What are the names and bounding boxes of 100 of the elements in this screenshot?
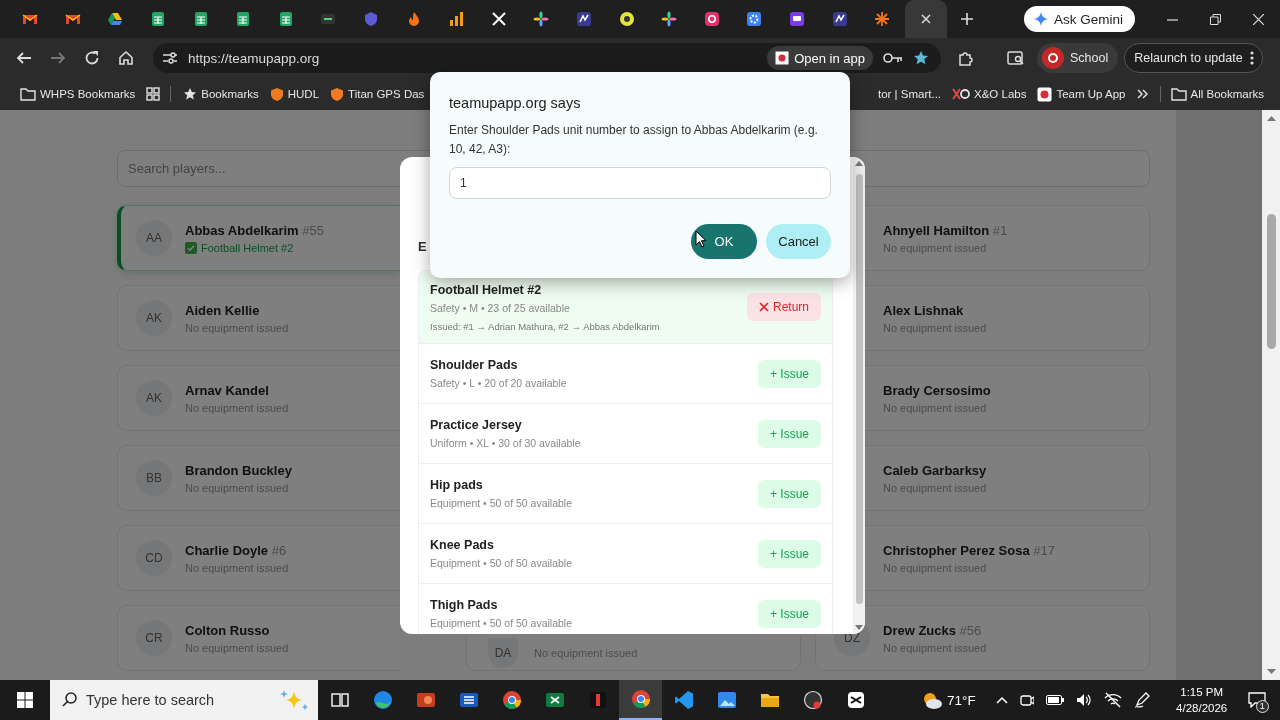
scrollbar[interactable] <box>1262 110 1280 680</box>
camera-icon <box>703 11 720 27</box>
player-avatar: AK <box>136 300 172 336</box>
record-icon <box>802 690 823 710</box>
issue-button[interactable]: + Issue <box>757 419 821 448</box>
pen-icon[interactable] <box>1133 692 1150 708</box>
ok-button[interactable]: OK <box>691 224 757 259</box>
notification-icon[interactable] <box>1247 692 1266 708</box>
address-bar[interactable]: https://teamupapp.org Open in app <box>153 43 941 73</box>
chat-icon <box>789 11 805 27</box>
chrome-icon <box>630 689 651 709</box>
open-in-app-button[interactable]: Open in app <box>767 46 873 70</box>
section-heading: E <box>418 239 427 255</box>
star-icon[interactable] <box>913 50 929 66</box>
player-name: Brady Cersosimo <box>883 382 991 398</box>
search-field[interactable]: Type here to search <box>50 680 318 720</box>
scroll-up-icon[interactable] <box>855 161 863 166</box>
scrollbar-thumb[interactable] <box>1266 214 1276 349</box>
app-icon <box>587 690 608 710</box>
code-editor-icon <box>673 690 694 710</box>
scroll-up-icon[interactable] <box>1266 116 1276 121</box>
issue-button[interactable]: + Issue <box>757 479 821 508</box>
issue-button[interactable]: + Issue <box>757 539 821 568</box>
equipment-details: Safety • L • 20 of 20 available <box>430 377 568 389</box>
bookmark[interactable]: Bookmarks <box>183 87 259 101</box>
clock[interactable]: 1:15 PM 4/28/2026 <box>1165 684 1238 716</box>
badge-icon <box>831 11 848 27</box>
bookmark[interactable]: Titan GPS Das <box>330 86 425 102</box>
bookmark[interactable]: Team Up App <box>1037 86 1126 102</box>
cross-circle-icon <box>952 87 971 101</box>
camera-icon[interactable] <box>1019 692 1034 708</box>
tab-search-icon[interactable] <box>1007 50 1025 66</box>
back-icon[interactable] <box>16 50 32 66</box>
player-name: Alex Lishnak <box>883 302 965 318</box>
check-icon <box>185 241 197 254</box>
restore-icon[interactable] <box>1210 13 1221 25</box>
equipment-details: Uniform • XL • 30 of 30 available <box>430 437 582 449</box>
taskbar-app[interactable] <box>619 680 662 720</box>
chrome-icon <box>501 690 522 710</box>
issue-button[interactable]: + Issue <box>757 599 821 628</box>
bookmark[interactable]: HUDL <box>269 86 320 102</box>
profile-button[interactable]: School <box>1037 43 1119 73</box>
return-button[interactable]: Return <box>746 293 821 321</box>
player-avatar: AK <box>136 380 172 416</box>
bookmark[interactable]: WHPS Bookmarks <box>20 87 136 101</box>
equipment-name: Practice Jersey <box>430 418 523 432</box>
cancel-button[interactable]: Cancel <box>766 224 831 259</box>
close-icon[interactable] <box>1253 13 1264 25</box>
triangle-icon <box>107 11 124 27</box>
player-name: Aiden Kellie <box>185 302 261 318</box>
equipment-details: Equipment • 50 of 50 available <box>430 617 574 629</box>
issue-button[interactable]: + Issue <box>757 359 821 388</box>
gemini-button[interactable]: Ask Gemini <box>1023 6 1135 32</box>
extensions-icon[interactable] <box>958 50 974 66</box>
scrollbar-thumb[interactable] <box>855 174 863 604</box>
scroll-down-icon[interactable] <box>855 625 863 630</box>
star-icon <box>183 87 198 101</box>
scroll-down-icon[interactable] <box>1266 669 1276 674</box>
folder-icon <box>20 87 36 101</box>
windows-icon[interactable] <box>17 692 33 708</box>
spreadsheet-icon <box>544 690 565 710</box>
burst-icon <box>874 11 891 27</box>
bookmark[interactable]: All Bookmarks <box>1170 87 1264 101</box>
weather-temperature: 71°F <box>947 692 976 708</box>
photo-icon <box>716 690 737 710</box>
search-icon <box>62 692 77 707</box>
close-icon[interactable] <box>921 14 932 24</box>
mail-icon <box>22 11 39 27</box>
new-tab-icon[interactable] <box>961 13 974 25</box>
swirl-icon <box>372 690 393 710</box>
equipment-details: Equipment • 50 of 50 available <box>430 497 574 509</box>
equipment-name: Shoulder Pads <box>430 358 519 372</box>
player-avatar: BB <box>136 460 172 496</box>
equipment-name: Thigh Pads <box>430 598 499 612</box>
reload-icon[interactable] <box>84 50 100 66</box>
avatar-icon <box>1042 47 1064 69</box>
equipment-name: Football Helmet #2 <box>430 282 543 297</box>
input-field[interactable]: 1 <box>449 167 831 199</box>
relaunch-button[interactable]: Relaunch to update <box>1124 43 1263 73</box>
issued-to: Issued: #1 → Adrian Mathura, #2 → Abbas Abdelkarim <box>430 320 661 332</box>
chevron-up-icon[interactable] <box>995 696 1008 704</box>
speaker-icon[interactable] <box>1075 693 1092 707</box>
player-name: Arnav Kandel <box>185 382 270 398</box>
apps-icon[interactable] <box>146 87 161 101</box>
document-icon <box>458 690 479 710</box>
mail-icon <box>64 11 81 27</box>
network-off-icon[interactable] <box>1103 692 1122 708</box>
x-icon <box>490 11 507 27</box>
bookmark[interactable]: tor | Smart... <box>877 88 942 100</box>
site-settings-icon[interactable] <box>162 51 178 65</box>
chevron-icon[interactable] <box>1136 88 1149 100</box>
home-icon[interactable] <box>118 50 134 66</box>
key-icon[interactable] <box>883 52 903 64</box>
spreadsheet-icon <box>192 11 209 27</box>
scrollbar[interactable] <box>853 157 865 634</box>
bookmark[interactable]: X&O Labs <box>952 87 1027 101</box>
notification-count: 1 <box>1255 700 1269 713</box>
forward-icon[interactable] <box>50 50 66 66</box>
battery-icon[interactable] <box>1045 695 1064 705</box>
spreadsheet-icon <box>235 11 252 27</box>
